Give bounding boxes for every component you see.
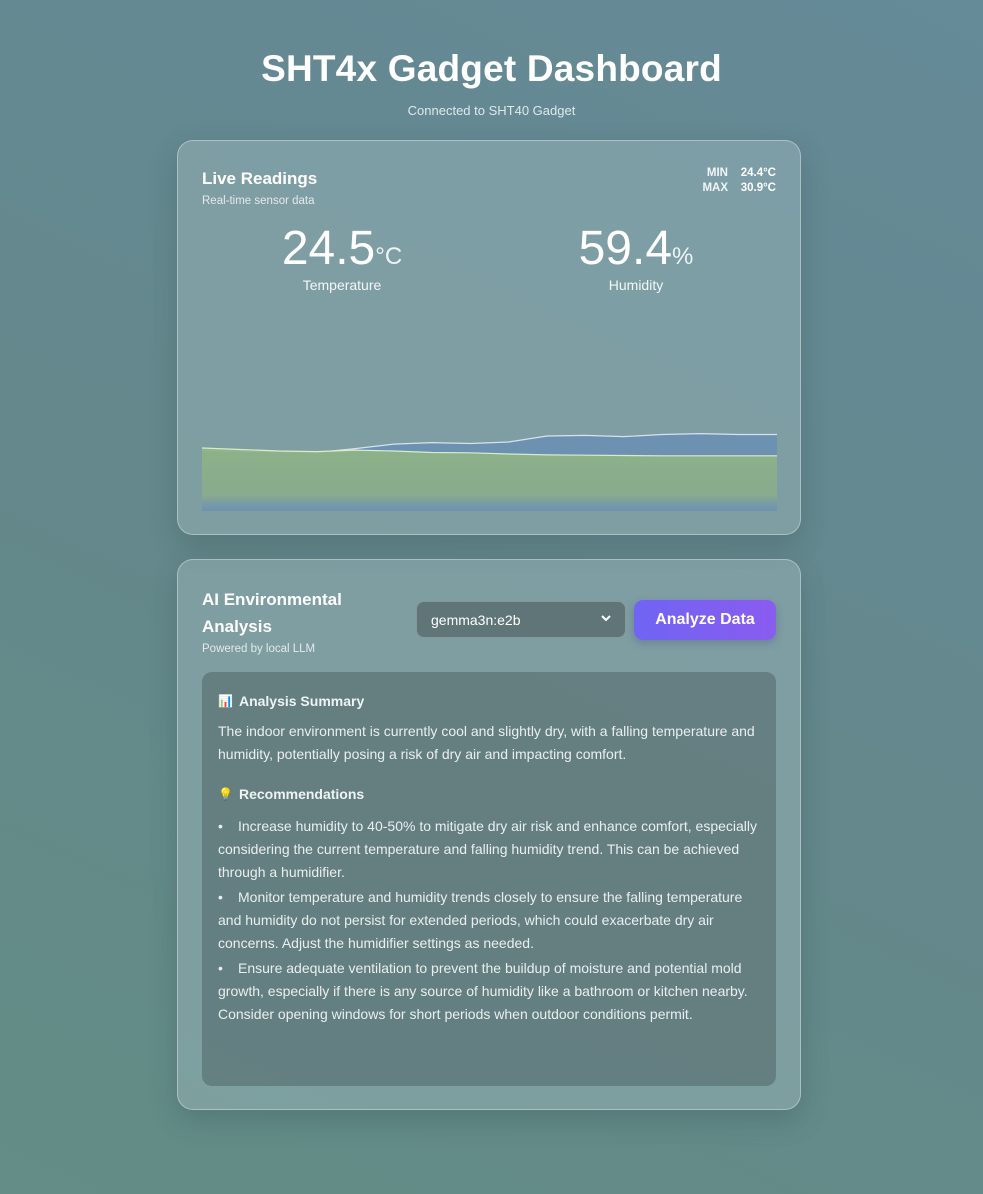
recommendation-text: Increase humidity to 40-50% to mitigate …	[218, 818, 758, 880]
page-header: SHT4x Gadget Dashboard Connected to SHT4…	[0, 0, 983, 118]
temperature-series-area	[202, 448, 777, 511]
model-select[interactable]: gemma3n:e2b	[416, 601, 626, 638]
analysis-summary-title: Analysis Summary	[238, 693, 365, 709]
temperature-label: Temperature	[302, 277, 382, 293]
readings-chart	[202, 432, 777, 511]
min-max-panel: MIN 24.4°C MAX 30.9°C	[702, 166, 776, 196]
humidity-value: 59.4	[578, 222, 673, 275]
recommendation-text: Ensure adequate ventilation to prevent t…	[218, 960, 748, 1022]
live-readings-header: Live Readings Real-time sensor data	[202, 169, 317, 207]
live-readings-subtitle: Real-time sensor data	[202, 195, 315, 207]
ai-analysis-card: AI Environmental Analysis Powered by loc…	[177, 559, 801, 1110]
live-readings-title: Live Readings	[202, 169, 318, 188]
bar-chart-icon: 📊	[218, 694, 233, 708]
model-select-value: gemma3n:e2b	[431, 611, 521, 628]
min-label: MIN	[706, 167, 728, 179]
ai-analysis-subtitle: Powered by local LLM	[202, 643, 316, 655]
connection-status: Connected to SHT40 Gadget	[407, 103, 576, 118]
max-row: MAX 30.9°C	[702, 181, 776, 196]
list-item: • Monitor temperature and humidity trends…	[218, 889, 743, 951]
ai-analysis-header: AI Environmental Analysis Powered by loc…	[202, 586, 402, 655]
max-value: 30.9°C	[740, 182, 776, 194]
min-row: MIN 24.4°C	[702, 166, 776, 181]
list-item: • Increase humidity to 40-50% to mitigate…	[218, 818, 758, 880]
recommendations-title: Recommendations	[238, 786, 365, 802]
analysis-result-panel: 📊 Analysis Summary The indoor environmen…	[202, 672, 776, 1086]
live-readings-card: Live Readings Real-time sensor data MIN …	[177, 140, 801, 535]
ai-analysis-title: AI Environmental Analysis	[202, 590, 342, 636]
list-item: • Ensure adequate ventilation to prevent …	[218, 960, 748, 1022]
min-value: 24.4°C	[740, 167, 776, 179]
humidity-unit: %	[672, 243, 694, 270]
temperature-unit: °C	[375, 243, 403, 270]
analyze-data-button[interactable]: Analyze Data	[634, 600, 776, 640]
humidity-label: Humidity	[608, 277, 664, 293]
page-title: SHT4x Gadget Dashboard	[261, 48, 722, 89]
analysis-summary-heading: 📊 Analysis Summary	[218, 690, 760, 713]
lightbulb-icon: 💡	[218, 787, 233, 801]
humidity-reading: 59.4% Humidity	[536, 222, 736, 294]
analysis-summary-text: The indoor environment is currently cool…	[218, 723, 755, 762]
max-label: MAX	[702, 182, 728, 194]
temperature-reading: 24.5°C Temperature	[242, 222, 442, 294]
recommendation-text: Monitor temperature and humidity trends …	[218, 889, 743, 951]
recommendations-heading: 💡 Recommendations	[218, 783, 760, 806]
chevron-down-icon	[601, 614, 611, 625]
temperature-value: 24.5	[281, 222, 376, 275]
recommendations-list: • Increase humidity to 40-50% to mitigate…	[218, 815, 760, 1026]
